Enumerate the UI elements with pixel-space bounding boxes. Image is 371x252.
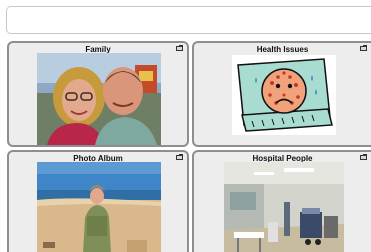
family-photo xyxy=(37,53,161,145)
communication-board: Family Health Issues Photo Album Hospita… xyxy=(0,0,371,252)
message-bar[interactable] xyxy=(6,6,371,34)
tile-health-issues[interactable]: Health Issues xyxy=(192,41,371,147)
folder-icon xyxy=(360,154,367,160)
sick-in-bed-symbol xyxy=(232,55,336,135)
tile-family[interactable]: Family xyxy=(7,41,189,147)
hospital-ward-photo xyxy=(224,162,344,252)
tile-hospital-people[interactable]: Hospital People xyxy=(192,150,371,252)
folder-icon xyxy=(176,154,183,160)
beach-photo xyxy=(37,162,161,252)
folder-icon xyxy=(360,45,367,51)
tile-label: Health Issues xyxy=(256,45,309,54)
tile-photo-album[interactable]: Photo Album xyxy=(7,150,189,252)
folder-icon xyxy=(176,45,183,51)
